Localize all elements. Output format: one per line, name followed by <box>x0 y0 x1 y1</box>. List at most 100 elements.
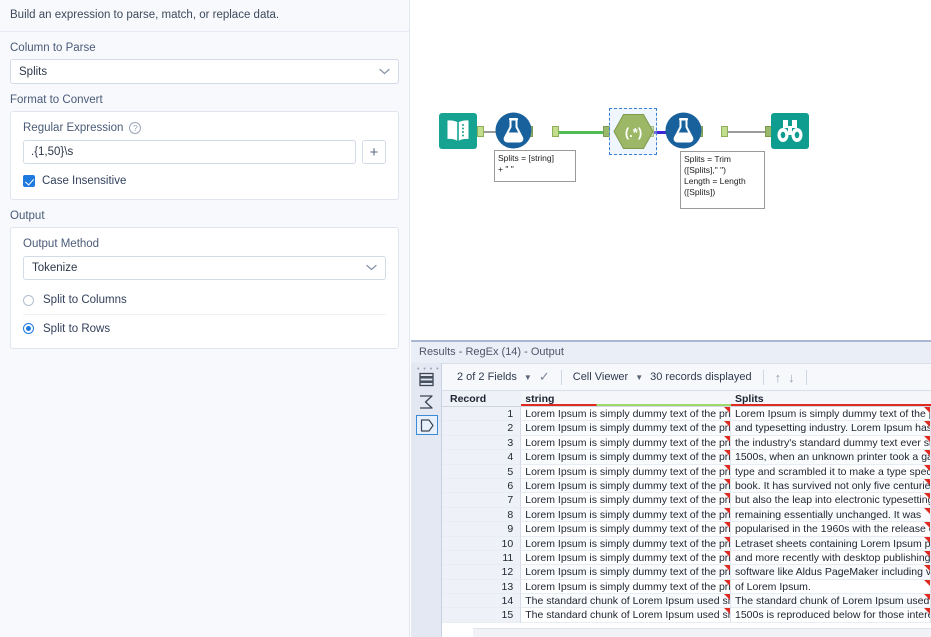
output-anchor-icon[interactable] <box>416 415 438 435</box>
cell-string[interactable]: Lorem Ipsum is simply dummy text of the … <box>521 421 731 436</box>
intro-description: Build an expression to parse, match, or … <box>0 0 409 32</box>
cell-string[interactable]: Lorem Ipsum is simply dummy text of the … <box>521 536 731 551</box>
output-method-select[interactable]: Tokenize <box>23 256 386 280</box>
cell-viewer-label[interactable]: Cell Viewer <box>573 371 628 383</box>
cell-string[interactable]: Lorem Ipsum is simply dummy text of the … <box>521 493 731 508</box>
browse-node[interactable] <box>771 113 809 154</box>
formula-node-1[interactable] <box>495 112 532 154</box>
cell-record[interactable]: 9 <box>442 522 522 537</box>
chevron-down-icon[interactable]: ▼ <box>635 373 643 382</box>
table-row[interactable]: 5 Lorem Ipsum is simply dummy text of the… <box>442 464 931 479</box>
cell-splits[interactable]: book. It has survived not only five cent… <box>730 478 931 494</box>
cell-record[interactable]: 2 <box>442 421 522 436</box>
help-icon[interactable]: ? <box>129 122 142 134</box>
cell-record[interactable]: 15 <box>442 608 522 623</box>
add-expression-button[interactable]: + <box>362 140 386 164</box>
cell-splits[interactable]: type and scrambled it to make a type spe… <box>730 464 931 479</box>
arrow-up-icon[interactable]: ↑ <box>775 370 782 385</box>
case-insensitive-checkbox[interactable] <box>23 175 35 187</box>
results-grid[interactable]: Record string Splits 1 Lorem Ipsum is sim… <box>442 391 931 637</box>
radio-split-to-rows[interactable]: Split to Rows <box>23 314 386 342</box>
radio-icon-split-to-rows[interactable] <box>23 323 34 334</box>
regex-hexagon-icon: (.*) <box>613 114 654 149</box>
cell-record[interactable]: 3 <box>442 435 522 451</box>
cell-string[interactable]: Lorem Ipsum is simply dummy text of the … <box>521 507 731 523</box>
cell-record[interactable]: 7 <box>442 493 522 508</box>
cell-splits[interactable]: software like Aldus PageMaker including … <box>730 565 931 580</box>
cell-record[interactable]: 6 <box>442 478 522 494</box>
cell-record[interactable]: 8 <box>442 507 522 523</box>
table-view-icon[interactable] <box>416 369 436 389</box>
table-row[interactable]: 3 Lorem Ipsum is simply dummy text of the… <box>442 435 931 451</box>
cell-string[interactable]: Lorem Ipsum is simply dummy text of the … <box>521 464 731 479</box>
cell-splits[interactable]: but also the leap into electronic typese… <box>730 493 931 508</box>
cell-splits[interactable]: the industry's standard dummy text ever … <box>730 435 931 451</box>
cell-splits[interactable]: 1500s is reproduced below for those inte… <box>730 608 931 623</box>
cell-splits[interactable]: Lorem Ipsum is simply dummy text of the … <box>730 407 931 422</box>
cell-string[interactable]: Lorem Ipsum is simply dummy text of the … <box>521 450 731 465</box>
table-row[interactable]: 9 Lorem Ipsum is simply dummy text of the… <box>442 522 931 537</box>
output-method-label-row: Output Method <box>23 238 386 250</box>
checkmark-icon[interactable]: ✓ <box>539 369 550 385</box>
cell-splits[interactable]: The standard chunk of Lorem Ipsum used s… <box>730 594 931 609</box>
table-row[interactable]: 8 Lorem Ipsum is simply dummy text of the… <box>442 507 931 523</box>
connector-2 <box>559 131 609 134</box>
cell-splits[interactable]: and more recently with desktop publishin… <box>730 550 931 566</box>
column-header-splits[interactable]: Splits <box>731 391 931 406</box>
workflow-canvas[interactable]: (.*) Splits = [string] + " " Splits = Tr… <box>411 0 931 340</box>
horizontal-scrollbar[interactable] <box>473 628 931 637</box>
chevron-down-icon[interactable]: ▼ <box>524 373 532 382</box>
fields-count-label[interactable]: 2 of 2 Fields <box>457 371 517 383</box>
cell-string[interactable]: The standard chunk of Lorem Ipsum used s… <box>521 594 731 609</box>
radio-label-split-to-rows: Split to Rows <box>43 322 111 335</box>
table-row[interactable]: 2 Lorem Ipsum is simply dummy text of the… <box>442 421 931 436</box>
cell-record[interactable]: 1 <box>442 407 522 422</box>
formula-node-2[interactable] <box>665 112 702 154</box>
column-header-string[interactable]: string <box>521 391 731 406</box>
cell-string[interactable]: Lorem Ipsum is simply dummy text of the … <box>521 407 731 422</box>
table-row[interactable]: 15 The standard chunk of Lorem Ipsum used… <box>442 608 931 623</box>
radio-icon-split-to-columns[interactable] <box>23 294 34 306</box>
column-header-record[interactable]: Record <box>442 391 522 406</box>
cell-string[interactable]: The standard chunk of Lorem Ipsum used s… <box>521 608 731 623</box>
column-to-parse-select[interactable]: Splits <box>10 59 399 84</box>
table-row[interactable]: 14 The standard chunk of Lorem Ipsum used… <box>442 594 931 609</box>
arrow-down-icon[interactable]: ↓ <box>788 370 795 385</box>
cell-string[interactable]: Lorem Ipsum is simply dummy text of the … <box>521 550 731 566</box>
table-row[interactable]: 4 Lorem Ipsum is simply dummy text of the… <box>442 450 931 465</box>
cell-string[interactable]: Lorem Ipsum is simply dummy text of the … <box>521 565 731 580</box>
text-input-node[interactable] <box>439 113 477 154</box>
truncation-flag-icon <box>723 594 730 601</box>
cell-splits[interactable]: popularised in the 1960s with the releas… <box>730 522 931 537</box>
cell-string[interactable]: Lorem Ipsum is simply dummy text of the … <box>521 579 731 595</box>
table-row[interactable]: 7 Lorem Ipsum is simply dummy text of the… <box>442 493 931 508</box>
cell-record[interactable]: 11 <box>442 550 522 566</box>
radio-split-to-columns[interactable]: Split to Columns <box>23 286 386 314</box>
cell-record[interactable]: 14 <box>442 594 522 609</box>
cell-record[interactable]: 12 <box>442 565 522 580</box>
cell-splits[interactable]: Letraset sheets containing Lorem Ipsum p… <box>730 536 931 551</box>
cell-splits[interactable]: remaining essentially unchanged. It was <box>730 507 931 523</box>
summary-icon[interactable] <box>416 392 436 412</box>
case-insensitive-row[interactable]: Case Insensitive <box>23 175 386 187</box>
cell-splits[interactable]: 1500s, when an unknown printer took a ga… <box>730 450 931 465</box>
cell-string[interactable]: Lorem Ipsum is simply dummy text of the … <box>521 478 731 494</box>
cell-record[interactable]: 10 <box>442 536 522 551</box>
table-row[interactable]: 1 Lorem Ipsum is simply dummy text of the… <box>442 407 931 422</box>
grid-body[interactable]: 1 Lorem Ipsum is simply dummy text of the… <box>442 407 931 623</box>
cell-splits[interactable]: of Lorem Ipsum. <box>730 579 931 595</box>
book-icon <box>439 113 477 149</box>
cell-record[interactable]: 4 <box>442 450 522 465</box>
regex-node[interactable]: (.*) <box>613 113 654 155</box>
table-row[interactable]: 6 Lorem Ipsum is simply dummy text of the… <box>442 478 931 494</box>
cell-splits[interactable]: and typesetting industry. Lorem Ipsum ha… <box>730 421 931 436</box>
table-row[interactable]: 10 Lorem Ipsum is simply dummy text of th… <box>442 536 931 551</box>
cell-string[interactable]: Lorem Ipsum is simply dummy text of the … <box>521 435 731 451</box>
cell-record[interactable]: 13 <box>442 579 522 595</box>
table-row[interactable]: 13 Lorem Ipsum is simply dummy text of th… <box>442 579 931 595</box>
regex-input[interactable]: .{1,50}\s <box>23 140 356 164</box>
table-row[interactable]: 12 Lorem Ipsum is simply dummy text of th… <box>442 565 931 580</box>
cell-record[interactable]: 5 <box>442 464 522 479</box>
table-row[interactable]: 11 Lorem Ipsum is simply dummy text of th… <box>442 550 931 566</box>
cell-string[interactable]: Lorem Ipsum is simply dummy text of the … <box>521 522 731 537</box>
